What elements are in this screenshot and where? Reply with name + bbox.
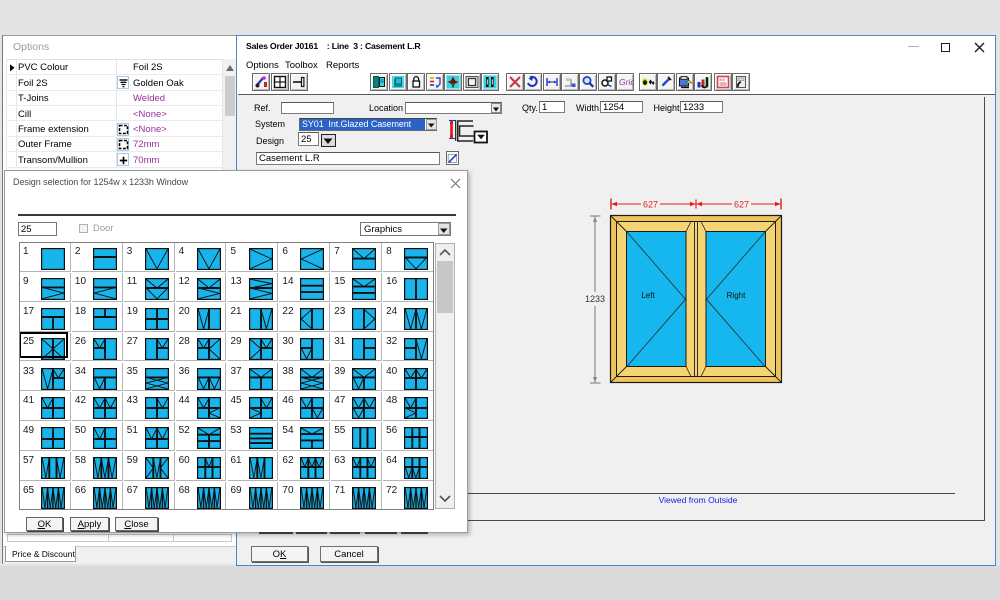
svg-text:627: 627: [734, 200, 749, 210]
svg-text:Right: Right: [727, 291, 746, 300]
svg-text:1233: 1233: [585, 294, 605, 304]
svg-text:Left: Left: [641, 291, 655, 300]
svg-text:Grid: Grid: [619, 77, 633, 87]
svg-text:627: 627: [643, 200, 658, 210]
